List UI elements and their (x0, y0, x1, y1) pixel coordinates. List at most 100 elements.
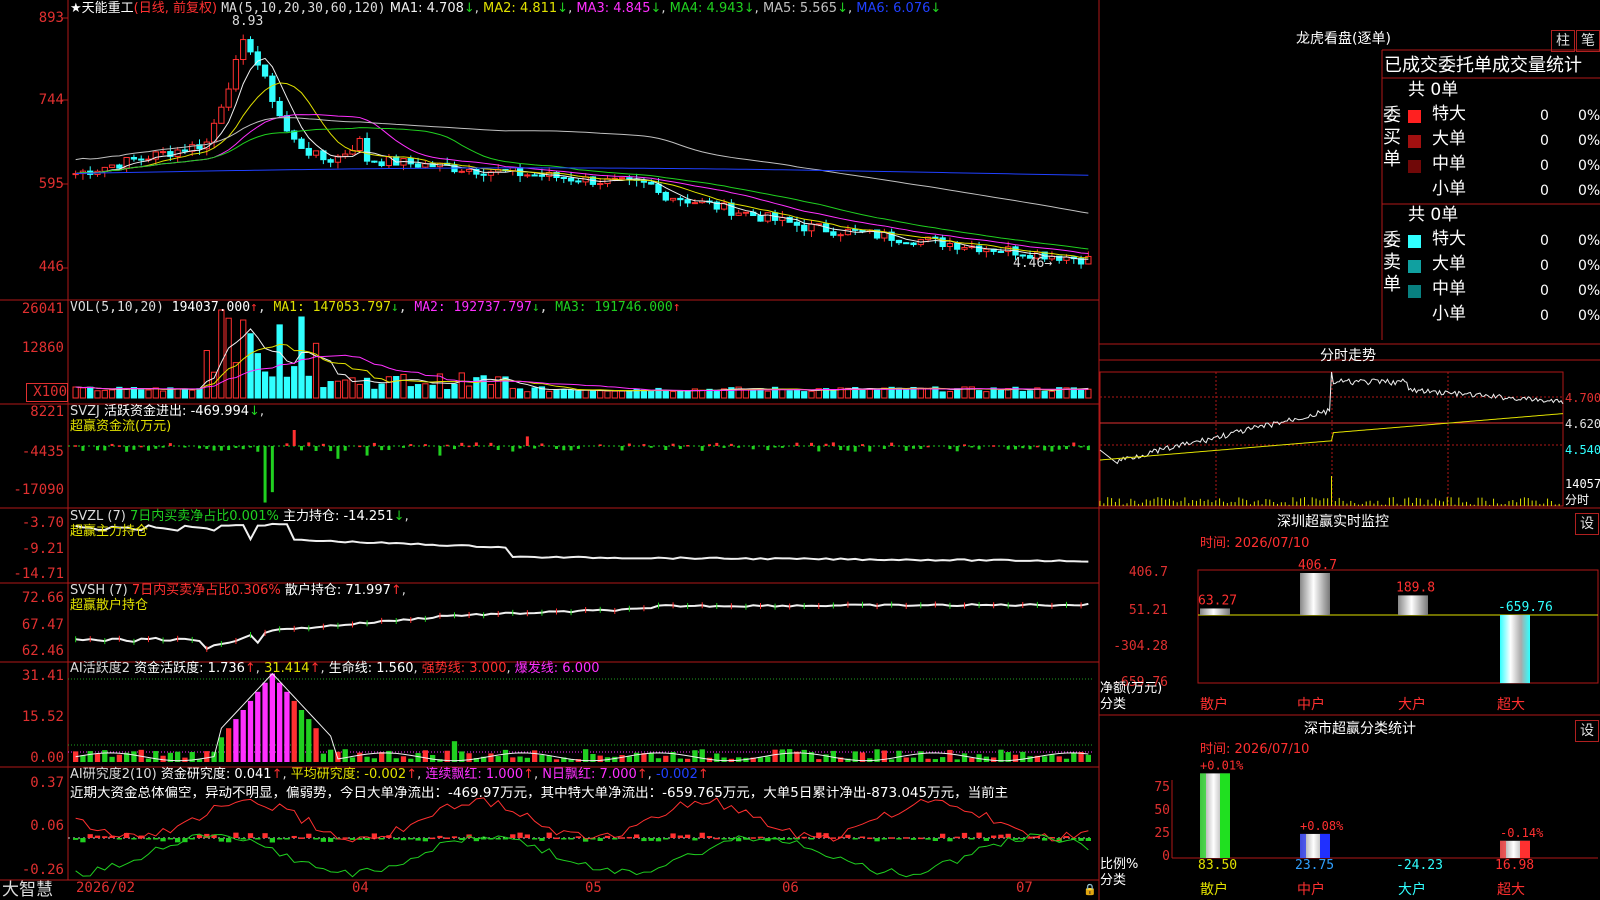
svzj-bar (912, 446, 915, 449)
stock-name[interactable]: 天能重工 (82, 1, 134, 16)
ai2-bar (306, 833, 312, 838)
szmon-settings-button[interactable]: 设 (1575, 513, 1599, 535)
svzl-label[interactable]: SVZL (7) (70, 509, 126, 524)
volume-bar (232, 362, 240, 399)
ai1-bar (393, 758, 399, 762)
ai1-v3: 1.560 (376, 661, 414, 676)
buy-row-name: 特大 (1432, 104, 1466, 124)
bar-mode-button[interactable]: 柱 (1551, 30, 1575, 52)
tick-mode-button[interactable]: 笔 (1576, 30, 1600, 52)
szcls-settings-button[interactable]: 设 (1575, 720, 1599, 742)
chart-canvas[interactable]: 63.27 406.7 189.8 -659.76 +0.01% +0.08% -0.14% (0, 0, 1600, 900)
svzj-bar (489, 442, 493, 446)
ai2-label[interactable]: AI研究度2(10) (70, 767, 157, 782)
szmon-cat-3: 超大 (1497, 697, 1525, 713)
ai2-bar (408, 838, 414, 840)
ai2-k4: N日飘红: (542, 767, 596, 782)
svzj-bar (474, 442, 478, 446)
svzj-bar (839, 446, 843, 451)
ai1-bar (648, 752, 654, 762)
svzj-bar (380, 446, 384, 451)
svzj-bar (1028, 446, 1032, 450)
buy-row-name: 小单 (1432, 179, 1466, 199)
volume-bar (378, 383, 385, 399)
buy-row-count: 0 (1540, 158, 1549, 174)
svzj-bar (219, 446, 223, 451)
svzj-bar (270, 446, 274, 493)
lock-icon[interactable]: 🔒 (1083, 882, 1097, 897)
svzj-sub: 超赢资金流(万元) (70, 419, 172, 434)
svzj-desc: 活跃资金进出: (104, 404, 187, 419)
ai1-v4: 3.000 (469, 661, 507, 676)
svsh-label[interactable]: SVSH (7) (70, 583, 128, 598)
volume-bar (108, 389, 116, 399)
ai1-bar (692, 750, 698, 762)
ai2-bar (983, 838, 989, 841)
vol-label[interactable]: VOL(5,10,20) (70, 300, 164, 315)
szcls-val-1: 23.75 (1295, 858, 1335, 873)
svzj-value: -469.994 (190, 404, 250, 419)
ma3-key: MA3: (576, 1, 610, 16)
candle-body (677, 197, 684, 201)
sell-row-count: 0 (1540, 283, 1549, 299)
volume-bar (371, 388, 378, 399)
ai1-bar (226, 728, 232, 762)
buy-row-name: 中单 (1432, 154, 1466, 174)
svzj-bar (154, 446, 158, 449)
ai2-bar (437, 835, 443, 838)
volume-bar (189, 389, 196, 399)
svzj-bar (241, 446, 245, 450)
buy-row-3: 小单 0 0% (1406, 181, 1600, 203)
ai1-bar (116, 754, 122, 762)
ai1-bar (954, 759, 960, 762)
volume-bar (669, 391, 677, 399)
svzj-bar (402, 446, 405, 448)
ai2-bar (1012, 838, 1019, 840)
svzj-bar (1043, 446, 1047, 451)
candle-body (997, 250, 1005, 253)
ai2-bar (896, 838, 902, 840)
ai1-label[interactable]: AI活跃度2 (70, 661, 130, 676)
svzj-label[interactable]: SVZJ (70, 404, 100, 419)
svzj-bar (722, 446, 726, 448)
ai2-bar (874, 838, 880, 842)
ai2-bar (1042, 838, 1048, 841)
ai1-bar (757, 757, 764, 762)
ma5-key: MA5: (762, 1, 796, 16)
volume-bar (305, 375, 312, 399)
ai1-axis-0: 31.41 (21, 668, 64, 684)
volume-bar (283, 376, 291, 399)
ai2-bar (167, 838, 173, 840)
ai2-bar (240, 838, 246, 840)
volume-bar (261, 371, 269, 399)
ai2-bar (364, 838, 370, 840)
ai2-k3: 连续飘红: (425, 767, 482, 782)
ai2-bar (495, 838, 501, 840)
svzj-bar (751, 446, 755, 450)
star-icon[interactable]: ★ (70, 1, 82, 16)
volume-bar (954, 388, 961, 399)
candle-body (480, 173, 487, 176)
sell-row-name: 大单 (1432, 254, 1466, 274)
ai1-bar (940, 757, 946, 762)
ai1-bar (1012, 754, 1019, 762)
candle-body (312, 150, 320, 156)
ai1-v1: 1.736 (207, 661, 245, 676)
svzj-bar (147, 446, 150, 451)
volume-bar (801, 391, 808, 399)
svsh-line (75, 602, 1089, 651)
ma3-value: 4.845 (613, 1, 651, 16)
candle-body (567, 177, 575, 182)
ai1-bar (269, 673, 275, 762)
candle-body (269, 75, 276, 102)
svzj-bar (518, 446, 522, 449)
brand-logo[interactable]: 大智慧 (2, 880, 53, 900)
ma-line-5 (75, 117, 1089, 214)
ai2-v3: 1.000 (485, 767, 524, 782)
swatch-icon (1408, 285, 1421, 298)
svzj-bar (139, 445, 143, 448)
vol-unit[interactable]: X100 (26, 383, 68, 402)
svzj-bar (438, 446, 442, 456)
kline-mode[interactable]: (日线, 前复权) (134, 1, 217, 16)
ai2-bar (553, 837, 560, 840)
